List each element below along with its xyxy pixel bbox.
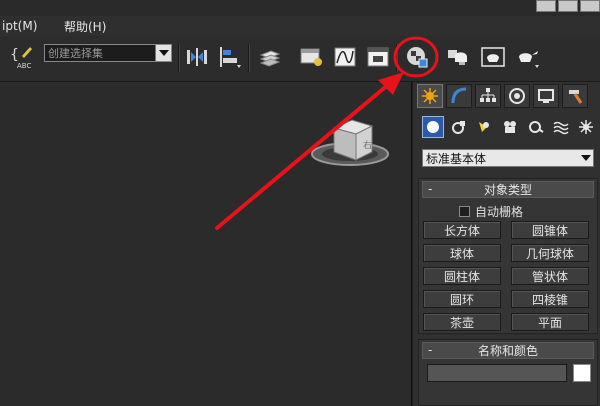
systems-gear-icon	[579, 120, 593, 134]
material-editor-button[interactable]	[402, 42, 432, 72]
object-category-value: 标准基本体	[426, 151, 487, 166]
collapse-icon: -	[428, 343, 433, 357]
object-type-title: 对象类型	[483, 183, 532, 197]
modify-icon	[451, 87, 467, 104]
create-star-icon	[422, 88, 438, 104]
cylinder-button[interactable]: 圆柱体	[423, 267, 501, 285]
material-editor-icon	[407, 47, 428, 68]
geometry-category-button[interactable]	[422, 116, 444, 138]
toolbar-separator	[396, 44, 398, 72]
helpers-category-button[interactable]	[525, 116, 547, 138]
menu-item-script[interactable]: ipt(M)	[0, 19, 43, 33]
chevron-down-icon[interactable]	[579, 150, 593, 166]
command-panel-tabs	[413, 82, 600, 110]
tube-button[interactable]: 管状体	[511, 267, 589, 285]
object-category-dropdown[interactable]: 标准基本体	[422, 149, 594, 167]
menu-item-help[interactable]: 帮助(H)	[58, 18, 112, 35]
create-category-toolbar	[413, 114, 600, 140]
command-panel: 标准基本体 - 对象类型 自动栅格 长方体 圆锥体 球体 几何球体 圆柱体 管状…	[413, 82, 600, 406]
tape-measure-icon	[529, 121, 544, 133]
schematic-view-button[interactable]	[363, 42, 393, 72]
collapse-icon: -	[428, 182, 433, 196]
curve-editor-button[interactable]	[330, 42, 360, 72]
cameras-category-button[interactable]	[499, 116, 521, 138]
torus-button[interactable]: 圆环	[423, 290, 501, 308]
teapot-button[interactable]: 茶壶	[423, 313, 501, 331]
space-warps-category-button[interactable]	[550, 116, 572, 138]
window-title-strip	[0, 0, 600, 16]
align-button[interactable]	[214, 42, 244, 72]
sphere-icon	[427, 121, 439, 133]
cone-button[interactable]: 圆锥体	[511, 221, 589, 239]
window-controls	[534, 0, 600, 14]
menu-bar: ipt(M) 帮助(H)	[0, 16, 600, 36]
shapes-icon	[452, 121, 465, 134]
object-name-field[interactable]	[427, 364, 567, 382]
scene-explorer-button[interactable]	[296, 42, 326, 72]
align-icon	[220, 47, 241, 68]
camera-icon	[504, 121, 516, 133]
motion-icon	[509, 88, 525, 104]
object-type-rollout-header[interactable]: - 对象类型	[422, 181, 594, 198]
sphere-button[interactable]: 球体	[423, 244, 501, 262]
curve-editor-icon	[334, 47, 356, 67]
svg-text:ABC: ABC	[17, 62, 31, 70]
box-button[interactable]: 长方体	[423, 221, 501, 239]
edit-named-selection-button[interactable]: { ABC	[6, 42, 40, 72]
tab-hierarchy[interactable]	[475, 84, 501, 108]
object-type-rollout: - 对象类型 自动栅格 长方体 圆锥体 球体 几何球体 圆柱体 管状体 圆环 四…	[418, 178, 598, 334]
teapot-render-icon	[519, 51, 539, 68]
hierarchy-icon	[480, 88, 496, 102]
close-button[interactable]	[580, 0, 600, 12]
lights-category-button[interactable]	[473, 116, 495, 138]
autogrid-checkbox[interactable]: 自动栅格	[459, 203, 523, 220]
object-color-swatch[interactable]	[573, 364, 591, 382]
svg-text:{: {	[10, 47, 19, 63]
layer-manager-button[interactable]	[254, 42, 284, 72]
name-and-color-rollout-header[interactable]: - 名称和颜色	[422, 342, 594, 359]
tab-create[interactable]	[417, 84, 443, 108]
checkbox-box[interactable]	[459, 206, 470, 217]
mirror-icon	[187, 48, 207, 66]
name-and-color-title: 名称和颜色	[477, 344, 538, 358]
rendered-frame-window-button[interactable]	[478, 42, 508, 72]
display-monitor-icon	[538, 89, 554, 103]
tab-motion[interactable]	[504, 84, 530, 108]
viewcube[interactable]: 右	[0, 82, 412, 406]
space-warp-icon	[553, 121, 569, 135]
mirror-button[interactable]	[182, 42, 212, 72]
viewcube-face-label: 右	[363, 139, 372, 151]
tab-modify[interactable]	[446, 84, 472, 108]
light-icon	[479, 122, 489, 132]
main-toolbar: { ABC 创建选择集	[0, 36, 600, 82]
layers-icon	[259, 50, 281, 67]
rendered-frame-icon	[481, 47, 505, 67]
geosphere-button[interactable]: 几何球体	[511, 244, 589, 262]
name-and-color-rollout: - 名称和颜色	[418, 339, 598, 406]
render-production-button[interactable]	[512, 42, 542, 72]
schematic-view-icon	[367, 47, 389, 67]
scene-explorer-icon	[300, 48, 322, 66]
render-setup-button[interactable]	[444, 42, 474, 72]
render-setup-icon	[448, 50, 467, 65]
selection-set-dropdown[interactable]: 创建选择集	[44, 44, 172, 62]
systems-category-button[interactable]	[575, 116, 597, 138]
pyramid-button[interactable]: 四棱锥	[511, 290, 589, 308]
tab-utilities[interactable]	[562, 84, 588, 108]
selection-set-value: 创建选择集	[48, 47, 103, 60]
chevron-down-icon[interactable]	[155, 45, 171, 61]
hammer-icon	[569, 90, 583, 104]
tab-display[interactable]	[533, 84, 559, 108]
perspective-viewport[interactable]: 右	[0, 82, 412, 406]
minimize-button[interactable]	[536, 0, 556, 12]
plane-button[interactable]: 平面	[511, 313, 589, 331]
toolbar-separator	[178, 44, 180, 72]
autogrid-label: 自动栅格	[475, 205, 524, 219]
toolbar-separator	[248, 44, 250, 72]
named-selection-icon: { ABC	[10, 47, 32, 70]
restore-button[interactable]	[558, 0, 578, 12]
shapes-category-button[interactable]	[448, 116, 470, 138]
